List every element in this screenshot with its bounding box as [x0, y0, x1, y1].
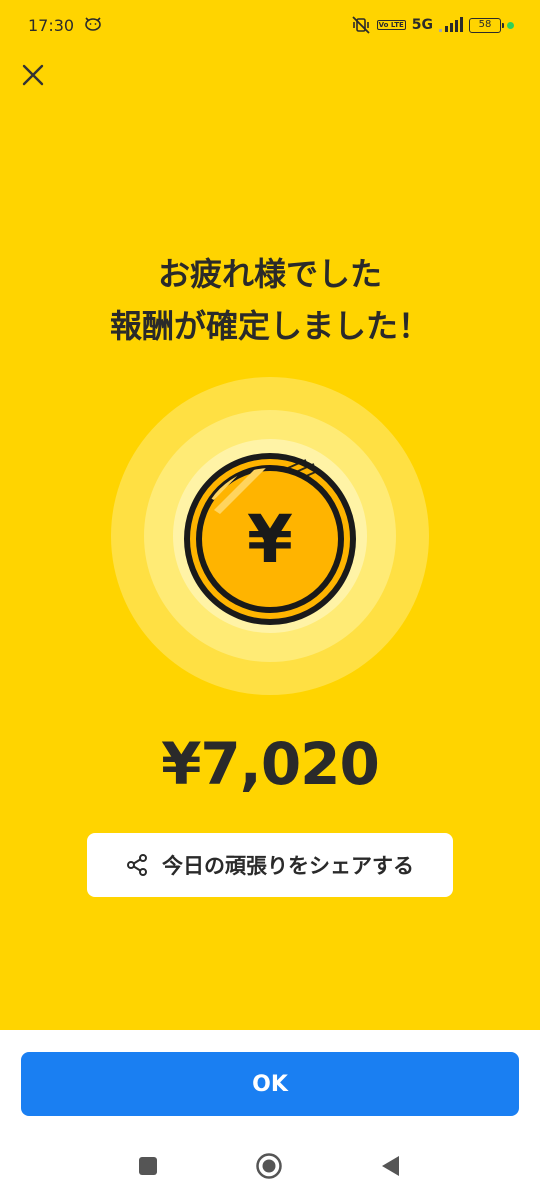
nav-recent-icon: [139, 1157, 157, 1175]
coin-symbol: ¥: [247, 501, 293, 578]
close-icon: [22, 64, 44, 90]
nav-home-button[interactable]: [255, 1152, 283, 1180]
yen-coin-icon: ¥: [111, 377, 429, 695]
network-label: 5G: [411, 17, 433, 33]
status-right: Vo LTE 5G 58: [351, 16, 514, 34]
close-button[interactable]: [14, 58, 52, 96]
status-time: 17:30: [28, 15, 75, 35]
share-icon: [126, 854, 148, 876]
share-button[interactable]: 今日の頑張りをシェアする: [87, 833, 453, 897]
page-title: お疲れ様でした 報酬が確定しました！: [0, 248, 540, 352]
signal-icon: [439, 17, 463, 33]
bottom-panel: OK: [0, 1030, 540, 1200]
battery-icon: 58: [469, 17, 504, 33]
coin-graphic: ¥: [110, 376, 430, 696]
title-line-1: お疲れ様でした: [157, 255, 382, 293]
cat-face-icon: [84, 15, 102, 35]
reward-amount: ¥7,020: [161, 730, 380, 798]
status-left: 17:30: [28, 15, 102, 35]
system-nav-bar: [0, 1144, 540, 1188]
privacy-indicator-dot: [507, 21, 514, 29]
share-button-label: 今日の頑張りをシェアする: [162, 854, 414, 878]
mute-vibrate-icon: [351, 16, 371, 34]
nav-recent-button[interactable]: [139, 1157, 157, 1175]
nav-home-icon: [256, 1153, 282, 1179]
volte-badge: Vo LTE: [376, 20, 406, 30]
title-line-2: 報酬が確定しました！: [109, 307, 430, 345]
status-bar: 17:30 Vo LTE 5G 58: [0, 0, 540, 50]
ok-button[interactable]: OK: [21, 1052, 519, 1116]
nav-back-button[interactable]: [381, 1155, 401, 1177]
nav-back-icon: [382, 1156, 399, 1176]
